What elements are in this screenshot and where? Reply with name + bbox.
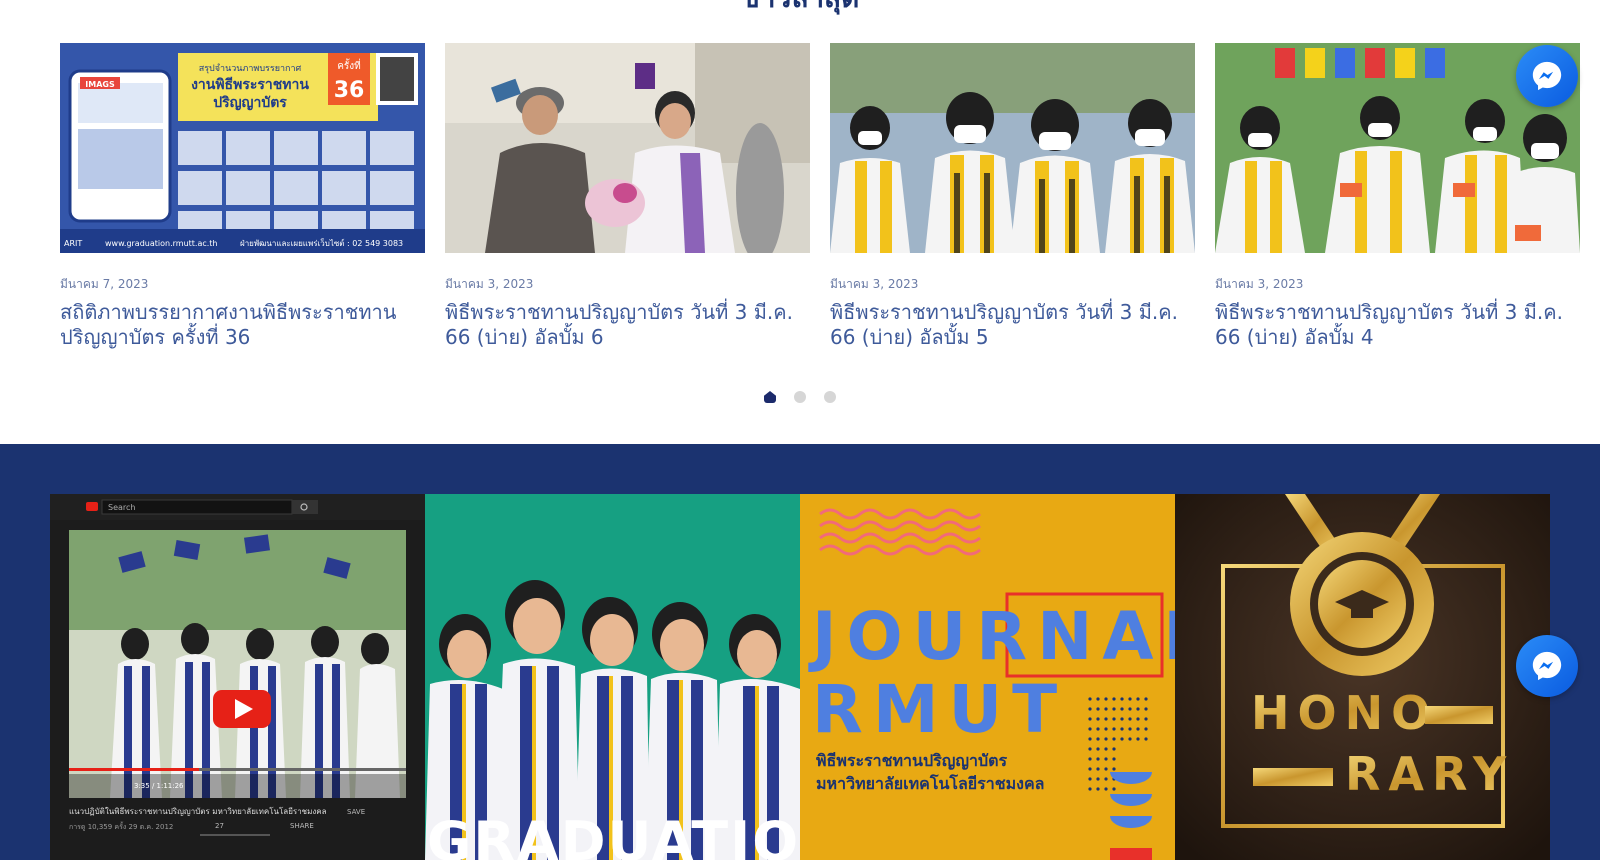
poster-footer-url: www.graduation.rmutt.ac.th — [105, 239, 218, 248]
gallery-row: Search 3:35 / 1:11:26 แนวปฏิบัติในพิธีพร… — [50, 494, 1550, 860]
poster-footer-contact: ฝ่ายพัฒนาและเผยแพร่เว็บไซต์ : 02 549 308… — [240, 238, 403, 248]
pagination-dot[interactable] — [824, 391, 836, 403]
news-title-link[interactable]: สถิติภาพบรรยากาศงานพิธีพระราชทานปริญญาบั… — [60, 300, 425, 350]
messenger-icon — [1532, 651, 1562, 681]
video-save[interactable]: SAVE — [347, 808, 365, 816]
video-time: 3:35 / 1:11:26 — [134, 782, 184, 790]
video-likes: 27 — [215, 822, 224, 830]
gallery-tile-journal[interactable]: JOURNAL RMUT พิธีพระราชทานปริญญาบัตร มหา… — [800, 494, 1175, 860]
play-icon[interactable] — [213, 690, 271, 728]
poster-side-label: ARIT — [64, 239, 82, 248]
news-date: มีนาคม 3, 2023 — [830, 277, 919, 291]
video-search-placeholder: Search — [108, 503, 135, 512]
news-carousel[interactable]: สรุปจำนวนภาพบรรยากาศ งานพิธีพระราชทาน ปร… — [60, 43, 1580, 353]
news-thumbnail[interactable] — [830, 43, 1195, 253]
journal-sub1: พิธีพระราชทานปริญญาบัตร — [816, 751, 1008, 771]
messenger-icon — [1532, 61, 1562, 91]
poster-brand: IMAGS — [85, 80, 115, 89]
news-thumbnail[interactable] — [445, 43, 810, 253]
honorary-line2: RARY — [1345, 747, 1514, 801]
journal-line1: JOURNAL — [808, 598, 1175, 675]
poster-banner-line3: ปริญญาบัตร — [213, 95, 287, 111]
news-date: มีนาคม 7, 2023 — [60, 277, 149, 291]
messenger-chat-button[interactable] — [1516, 45, 1578, 107]
gallery-tile-video[interactable]: Search 3:35 / 1:11:26 แนวปฏิบัติในพิธีพร… — [50, 494, 425, 860]
gallery-tile-honorary[interactable]: HONO RARY — [1175, 494, 1550, 860]
news-date: มีนาคม 3, 2023 — [1215, 277, 1304, 291]
carousel-pagination — [0, 391, 1600, 403]
section-heading: ข่าวล่าสุด — [0, 0, 1600, 20]
pagination-dot-active[interactable] — [764, 391, 776, 403]
news-card[interactable]: สรุปจำนวนภาพบรรยากาศ งานพิธีพระราชทาน ปร… — [60, 43, 425, 350]
news-thumbnail[interactable]: สรุปจำนวนภาพบรรยากาศ งานพิธีพระราชทาน ปร… — [60, 43, 425, 253]
gallery-tile-graduation[interactable]: GRADUATION — [425, 494, 800, 860]
messenger-chat-button[interactable] — [1516, 635, 1578, 697]
honorary-line1: HONO — [1251, 686, 1438, 740]
journal-line2: RMUT — [812, 671, 1067, 748]
pagination-dot[interactable] — [794, 391, 806, 403]
news-title-link[interactable]: พิธีพระราชทานปริญญาบัตร วันที่ 3 มี.ค. 6… — [830, 300, 1195, 350]
news-date: มีนาคม 3, 2023 — [445, 277, 534, 291]
news-card[interactable]: มีนาคม 3, 2023 พิธีพระราชทานปริญญาบัตร ว… — [830, 43, 1195, 350]
poster-banner-line2: งานพิธีพระราชทาน — [191, 77, 309, 93]
video-caption: แนวปฏิบัติในพิธีพระราชทานปริญญาบัตร มหาว… — [69, 806, 327, 816]
news-card[interactable]: มีนาคม 3, 2023 พิธีพระราชทานปริญญาบัตร ว… — [445, 43, 810, 350]
poster-banner-line1: สรุปจำนวนภาพบรรยากาศ — [199, 63, 302, 74]
poster-badge-number: 36 — [334, 78, 365, 103]
news-title-link[interactable]: พิธีพระราชทานปริญญาบัตร วันที่ 3 มี.ค. 6… — [445, 300, 810, 350]
journal-sub2: มหาวิทยาลัยเทคโนโลยีราชมงคล — [816, 773, 1044, 793]
video-share[interactable]: SHARE — [290, 822, 314, 830]
news-title-link[interactable]: พิธีพระราชทานปริญญาบัตร วันที่ 3 มี.ค. 6… — [1215, 300, 1580, 350]
poster-badge-top: ครั้งที่ — [337, 58, 361, 72]
graduation-text: GRADUATION — [427, 810, 800, 860]
